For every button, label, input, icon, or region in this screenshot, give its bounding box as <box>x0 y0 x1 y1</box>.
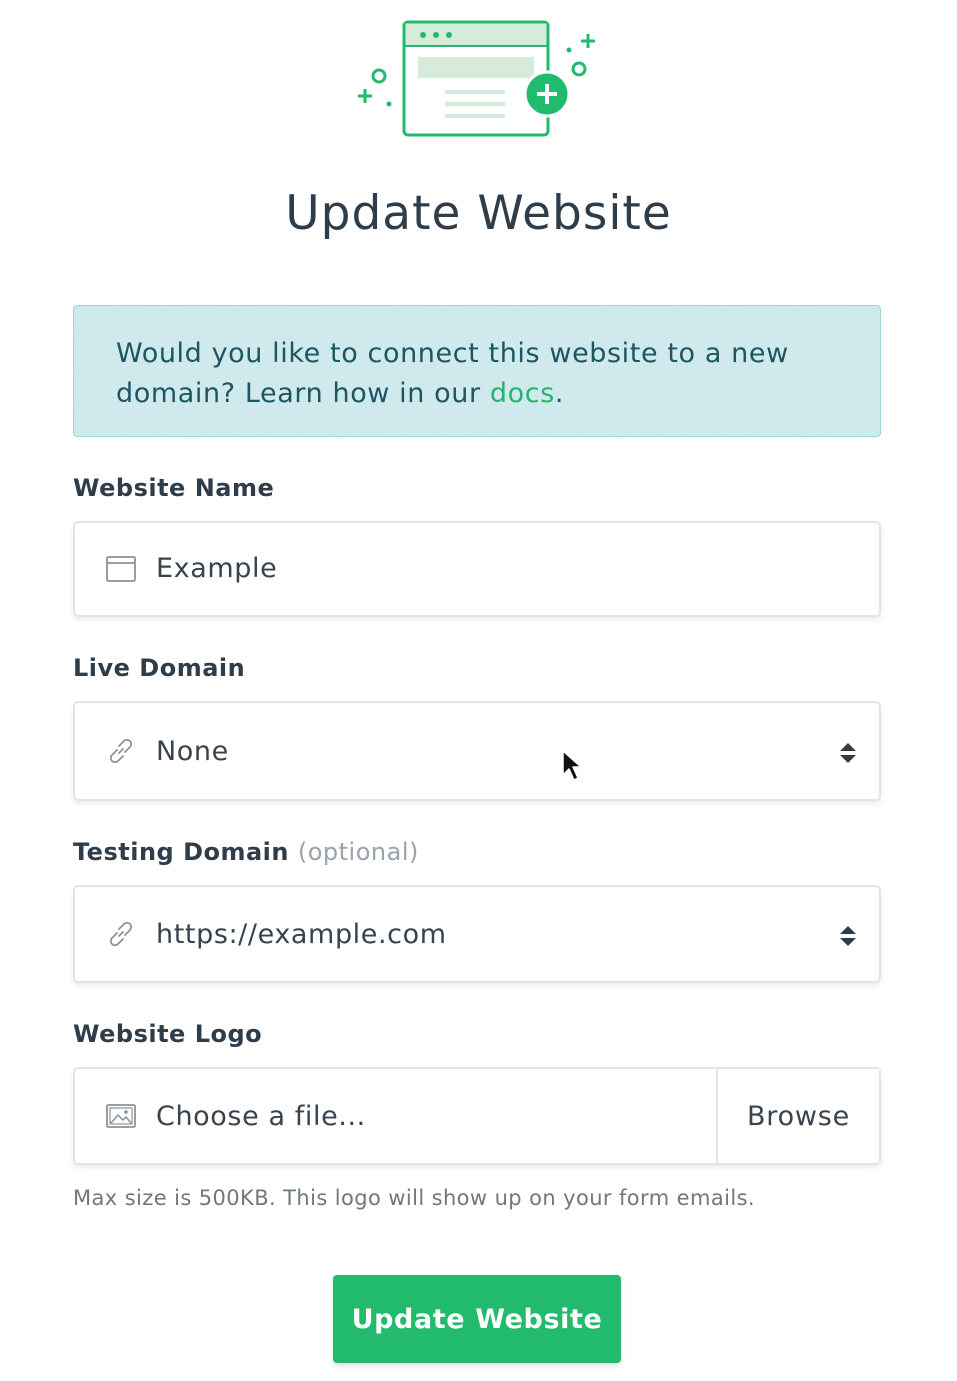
website-name-label: Website Name <box>73 474 275 502</box>
docs-link[interactable]: docs <box>490 378 555 409</box>
live-domain-value: None <box>156 736 229 767</box>
live-domain-label: Live Domain <box>73 654 246 682</box>
link-icon <box>109 921 133 947</box>
website-logo-file-input[interactable]: Choose a file... Browse <box>73 1067 881 1165</box>
browse-button[interactable]: Browse <box>716 1069 879 1163</box>
live-domain-select[interactable]: None <box>73 701 881 801</box>
testing-domain-label-text: Testing Domain <box>73 838 289 866</box>
optional-note: (optional) <box>297 838 419 866</box>
domain-info-banner: Would you like to connect this website t… <box>73 305 881 437</box>
file-placeholder: Choose a file... <box>156 1101 366 1132</box>
banner-text: Would you like to connect this website t… <box>116 338 789 409</box>
website-name-value: Example <box>156 553 278 584</box>
page-title: Update Website <box>285 186 672 241</box>
link-icon <box>109 738 133 764</box>
website-name-input[interactable]: Example <box>73 521 881 617</box>
update-website-form-page: Update Website Would you like to connect… <box>0 0 957 1381</box>
testing-domain-label: Testing Domain (optional) <box>73 838 419 866</box>
select-arrows-icon <box>840 743 856 763</box>
banner-text-end: . <box>554 378 565 409</box>
website-logo-label: Website Logo <box>73 1020 263 1048</box>
mouse-cursor-icon <box>562 750 582 781</box>
testing-domain-select[interactable]: https://example.com <box>73 885 881 983</box>
testing-domain-value: https://example.com <box>156 919 447 950</box>
update-website-button[interactable]: Update Website <box>333 1275 621 1363</box>
select-arrows-icon <box>840 926 856 946</box>
website-add-illustration <box>358 20 595 137</box>
browser-window-icon <box>106 556 136 582</box>
logo-help-text: Max size is 500KB. This logo will show u… <box>73 1186 755 1210</box>
image-icon <box>106 1104 136 1128</box>
